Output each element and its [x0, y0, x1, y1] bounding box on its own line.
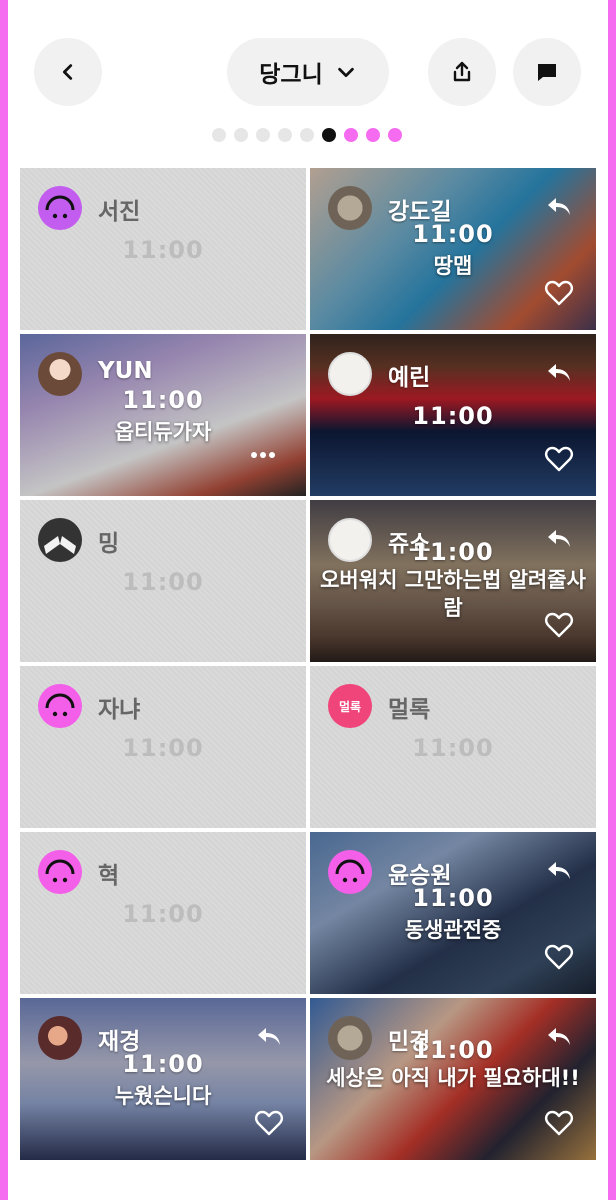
member-tile[interactable]: 재경 11:00 누웠슨니다 — [20, 998, 306, 1160]
heart-icon[interactable] — [544, 610, 574, 640]
member-name: 서진 — [98, 199, 141, 225]
page-dot[interactable] — [256, 128, 270, 142]
avatar — [38, 684, 82, 728]
avatar — [38, 186, 82, 230]
member-tile[interactable]: YUN 11:00 옵티듀가자 — [20, 334, 306, 496]
member-tile[interactable]: 민경 11:00 세상은 아직 내가 필요하대!! — [310, 998, 596, 1160]
avatar: 멀록 — [328, 684, 372, 728]
post-time: 11:00 — [122, 236, 204, 264]
page-dot[interactable] — [234, 128, 248, 142]
page-dot[interactable] — [366, 128, 380, 142]
post-time: 11:00 — [122, 734, 204, 762]
page-indicator — [212, 128, 402, 142]
member-tile[interactable]: 쥬쇼 11:00 오버워치 그만하는법 알려줄사람 — [310, 500, 596, 662]
more-icon[interactable] — [248, 440, 278, 470]
post-time: 11:00 — [122, 386, 204, 414]
member-tile[interactable]: 서진 11:00 — [20, 168, 306, 330]
reply-icon[interactable] — [544, 524, 574, 554]
heart-icon[interactable] — [544, 444, 574, 474]
chat-button[interactable] — [513, 38, 581, 106]
member-tile[interactable]: 멀록 멀록 11:00 — [310, 666, 596, 828]
post-time: 11:00 — [412, 884, 494, 912]
share-icon — [453, 61, 471, 82]
heart-icon[interactable] — [544, 278, 574, 308]
page-dot[interactable] — [344, 128, 358, 142]
reply-icon[interactable] — [544, 192, 574, 222]
group-selector[interactable]: 당그니 — [227, 38, 389, 106]
page-dot[interactable] — [300, 128, 314, 142]
page-dot[interactable] — [278, 128, 292, 142]
member-tile[interactable]: 강도길 11:00 땅맵 — [310, 168, 596, 330]
avatar-text: 멀록 — [338, 699, 362, 714]
chevron-left-icon — [62, 64, 73, 80]
member-tile[interactable]: 윤승원 11:00 동생관전중 — [310, 832, 596, 994]
post-caption: 동생관전중 — [404, 918, 502, 942]
member-grid: 서진 11:00 강도길 11:00 땅맵 YUN 11:00 옵티듀가자 예린… — [20, 168, 596, 1160]
post-time: 11:00 — [122, 1050, 204, 1078]
member-tile[interactable]: 예린 11:00 — [310, 334, 596, 496]
share-button[interactable] — [428, 38, 496, 106]
chevron-down-icon — [337, 67, 354, 78]
smiley-icon — [45, 195, 75, 219]
page-dot-active[interactable] — [322, 128, 336, 142]
heart-icon[interactable] — [254, 1108, 284, 1138]
reply-icon[interactable] — [544, 856, 574, 886]
post-caption: 누웠슨니다 — [114, 1084, 212, 1108]
member-name: 밍 — [98, 531, 120, 557]
member-tile[interactable]: 자냐 11:00 — [20, 666, 306, 828]
heart-icon[interactable] — [544, 1108, 574, 1138]
frame-border-right — [608, 0, 616, 1200]
back-button[interactable] — [34, 38, 102, 106]
avatar — [328, 352, 372, 396]
post-caption: 땅맵 — [433, 254, 473, 278]
member-name: 혁 — [98, 863, 120, 889]
reply-icon[interactable] — [544, 358, 574, 388]
reply-icon[interactable] — [544, 1022, 574, 1052]
page-dot[interactable] — [212, 128, 226, 142]
smiley-icon — [45, 859, 75, 883]
chat-icon — [538, 64, 556, 81]
post-time: 11:00 — [412, 220, 494, 248]
post-time: 11:00 — [412, 402, 494, 430]
header: 당그니 — [34, 38, 592, 106]
avatar — [38, 518, 82, 562]
member-tile[interactable]: 혁 11:00 — [20, 832, 306, 994]
group-title: 당그니 — [259, 62, 323, 88]
smiley-icon — [45, 693, 75, 717]
reply-icon[interactable] — [254, 1022, 284, 1052]
post-caption: 세상은 아직 내가 필요하대!! — [326, 1066, 580, 1090]
post-time: 11:00 — [412, 734, 494, 762]
avatar-icon — [44, 536, 76, 554]
member-name: YUN — [98, 358, 153, 384]
member-name: 멀록 — [388, 697, 431, 723]
member-name: 자냐 — [98, 697, 141, 723]
post-time: 11:00 — [122, 568, 204, 596]
page-dot[interactable] — [388, 128, 402, 142]
frame-border-left — [0, 0, 8, 1200]
heart-icon[interactable] — [544, 942, 574, 972]
post-time: 11:00 — [122, 900, 204, 928]
member-name: 예린 — [388, 365, 431, 391]
member-tile[interactable]: 밍 11:00 — [20, 500, 306, 662]
avatar — [38, 850, 82, 894]
